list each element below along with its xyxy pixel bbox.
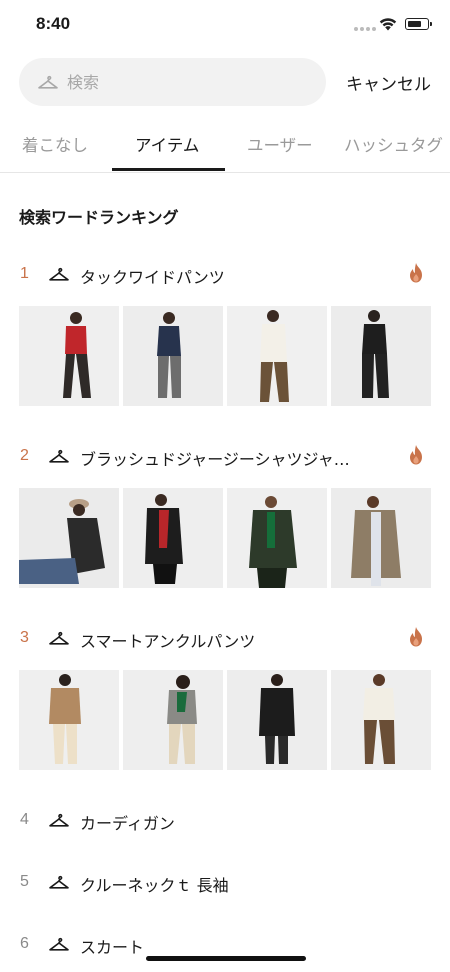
rank-label: スマートアンクルパンツ: [80, 632, 256, 651]
ranking-1-photos: [19, 306, 431, 406]
ranking-item-3[interactable]: 3 スマートアンクルパンツ: [0, 624, 450, 654]
flame-icon: [410, 263, 422, 283]
rank-number: 1: [20, 265, 29, 282]
rank-number: 3: [20, 629, 29, 646]
outfit-photo[interactable]: [123, 670, 223, 770]
outfit-photo[interactable]: [123, 488, 223, 588]
outfit-photo[interactable]: [331, 488, 431, 588]
tab-bar: 着こなし アイテム ユーザー ハッシュタグ: [0, 118, 450, 173]
hanger-icon: [49, 875, 69, 889]
rank-label: クルーネックｔ 長袖: [80, 876, 229, 895]
outfit-photo[interactable]: [19, 306, 119, 406]
outfit-photo[interactable]: [19, 488, 119, 588]
hanger-icon: [49, 449, 69, 463]
outfit-photo[interactable]: [331, 670, 431, 770]
active-tab-indicator: [112, 168, 225, 171]
outfit-photo[interactable]: [227, 670, 327, 770]
hanger-icon: [38, 75, 58, 89]
ranking-item-2[interactable]: 2 ブラッシュドジャージーシャツジャ…: [0, 442, 450, 472]
tab-users[interactable]: ユーザー: [247, 132, 313, 156]
outfit-photo[interactable]: [19, 670, 119, 770]
search-bar[interactable]: [19, 58, 326, 106]
ranking-title: 検索ワードランキング: [19, 208, 179, 227]
status-time: 8:40: [36, 14, 71, 33]
ranking-2-photos: [19, 488, 431, 588]
rank-label: カーディガン: [80, 814, 175, 833]
rank-number: 5: [20, 873, 29, 890]
flame-icon: [410, 445, 422, 465]
hanger-icon: [49, 813, 69, 827]
hanger-icon: [49, 631, 69, 645]
rank-number: 6: [20, 935, 29, 952]
wifi-icon: [379, 18, 397, 31]
battery-icon: [405, 18, 432, 30]
rank-number: 4: [20, 811, 29, 828]
flame-icon: [410, 627, 422, 647]
rank-number: 2: [20, 447, 29, 464]
rank-label: スカート: [80, 938, 145, 957]
outfit-photo[interactable]: [123, 306, 223, 406]
tab-hashtags[interactable]: ハッシュタグ: [344, 132, 443, 156]
status-bar: 8:40: [0, 0, 450, 50]
hanger-icon: [49, 937, 69, 951]
ranking-item-4[interactable]: 4 カーディガン: [0, 806, 450, 836]
ranking-3-photos: [19, 670, 431, 770]
rank-label: ブラッシュドジャージーシャツジャ…: [80, 450, 350, 469]
tab-items[interactable]: アイテム: [135, 132, 199, 156]
cancel-button[interactable]: キャンセル: [346, 70, 431, 95]
search-input[interactable]: [67, 58, 307, 106]
rank-label: タックワイドパンツ: [80, 268, 225, 287]
outfit-photo[interactable]: [227, 306, 327, 406]
ranking-item-1[interactable]: 1 タックワイドパンツ: [0, 260, 450, 290]
tab-coordinates[interactable]: 着こなし: [22, 132, 88, 156]
outfit-photo[interactable]: [227, 488, 327, 588]
ranking-item-5[interactable]: 5 クルーネックｔ 長袖: [0, 868, 450, 898]
home-indicator[interactable]: [146, 956, 306, 961]
hanger-icon: [49, 267, 69, 281]
signal-icon: [354, 27, 376, 31]
outfit-photo[interactable]: [331, 306, 431, 406]
